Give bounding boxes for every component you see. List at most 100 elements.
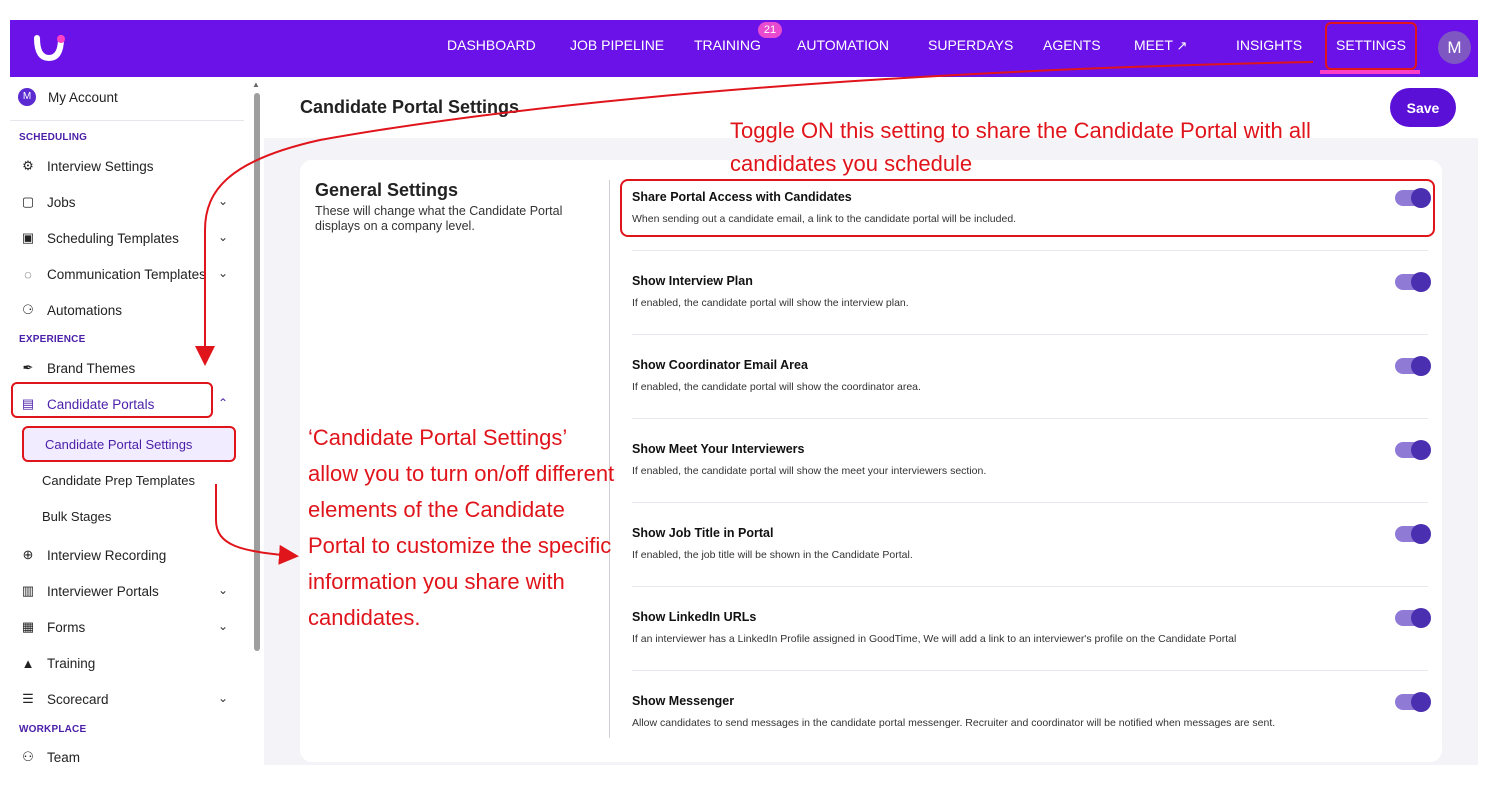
graduation-cap-icon: ▲ — [21, 655, 35, 671]
show-interview-plan-toggle[interactable] — [1395, 272, 1431, 292]
goodtime-logo-icon[interactable] — [32, 32, 66, 62]
sidebar-subitem-candidate-portal-settings[interactable]: Candidate Portal Settings — [22, 426, 236, 462]
list-icon: ☰ — [22, 691, 34, 706]
setting-description: Allow candidates to send messages in the… — [632, 717, 1276, 729]
sidebar-subitem-bulk-stages[interactable]: Bulk Stages — [21, 498, 235, 534]
setting-show-linkedin-urls: Show LinkedIn URLs If an interviewer has… — [632, 610, 1432, 645]
calendar-icon: ▣ — [21, 230, 35, 245]
nav-automation[interactable]: AUTOMATION — [797, 37, 889, 53]
sidebar-item-label: Scheduling Templates — [47, 230, 179, 246]
sidebar-item-my-account[interactable]: M My Account — [10, 83, 250, 111]
row-divider — [632, 586, 1428, 587]
row-divider — [632, 334, 1428, 335]
setting-description: If enabled, the candidate portal will sh… — [632, 297, 909, 309]
sidebar-item-label: Interviewer Portals — [47, 583, 159, 599]
settings-highlight-box — [1325, 22, 1417, 70]
share-setting-highlight-box — [620, 179, 1435, 237]
nav-meet[interactable]: MEET ↗ — [1134, 37, 1187, 54]
sidebar-item-brand-themes[interactable]: ✒ Brand Themes — [10, 354, 250, 382]
user-avatar[interactable]: M — [1438, 31, 1471, 64]
nav-insights[interactable]: INSIGHTS — [1236, 37, 1302, 53]
sidebar-item-label: Communication Templates — [47, 266, 206, 282]
sidebar-item-scheduling-templates[interactable]: ▣ Scheduling Templates ⌄ — [10, 224, 250, 252]
setting-show-job-title: Show Job Title in Portal If enabled, the… — [632, 526, 1432, 561]
row-divider — [632, 670, 1428, 671]
sidebar-item-label: Interview Recording — [47, 547, 167, 563]
record-search-icon: ⊕ — [22, 547, 34, 562]
clipboard-icon: ▦ — [21, 619, 35, 634]
briefcase-icon: ▢ — [21, 194, 35, 209]
sidebar-item-label: Automations — [47, 302, 123, 318]
sidebar-subitem-candidate-prep-templates[interactable]: Candidate Prep Templates — [21, 462, 235, 498]
sidebar-item-label: Scorecard — [47, 691, 109, 707]
chevron-down-icon: ⌄ — [218, 194, 229, 208]
nav-training[interactable]: TRAINING — [694, 37, 761, 53]
toggle-knob — [1411, 356, 1431, 376]
chevron-down-icon: ⌄ — [218, 230, 229, 244]
show-job-title-toggle[interactable] — [1395, 524, 1431, 544]
robot-icon: ⚆ — [22, 302, 34, 317]
section-workplace: WORKPLACE — [19, 724, 87, 735]
top-navigation-bar: DASHBOARD JOB PIPELINE TRAINING 21 AUTOM… — [10, 20, 1478, 77]
sidebar-item-scorecard[interactable]: ☰ Scorecard ⌄ — [10, 685, 250, 713]
candidate-portals-highlight-box — [11, 382, 213, 418]
setting-title: Show Job Title in Portal — [632, 526, 774, 540]
setting-description: If enabled, the candidate portal will sh… — [632, 465, 987, 477]
toggle-knob — [1411, 608, 1431, 628]
sidebar-item-forms[interactable]: ▦ Forms ⌄ — [10, 613, 250, 641]
sidebar-scroll-thumb[interactable] — [254, 93, 260, 651]
chevron-down-icon: ⌄ — [218, 266, 229, 280]
section-scheduling: SCHEDULING — [19, 132, 88, 143]
sidebar-item-team[interactable]: ⚇ Team — [10, 743, 250, 771]
nav-job-pipeline[interactable]: JOB PIPELINE — [570, 37, 664, 53]
setting-title: Show Messenger — [632, 694, 735, 708]
setting-title: Show Coordinator Email Area — [632, 358, 808, 372]
nav-dashboard[interactable]: DASHBOARD — [447, 37, 536, 53]
chevron-down-icon: ⌄ — [218, 583, 229, 597]
chat-bubble-icon: ◌ — [24, 266, 32, 282]
annotation-portal-settings-note: ‘Candidate Portal Settings’ allow you to… — [308, 425, 615, 630]
sidebar-item-label: Brand Themes — [47, 360, 136, 376]
sidebar-item-automations[interactable]: ⚆ Automations — [10, 296, 250, 324]
sidebar-item-label: Interview Settings — [47, 158, 154, 174]
sidebar-item-communication-templates[interactable]: ◌ Communication Templates ⌄ — [10, 260, 250, 288]
scroll-up-arrow-icon[interactable]: ▲ — [252, 80, 260, 89]
sidebar-item-interviewer-portals[interactable]: ▥ Interviewer Portals ⌄ — [10, 577, 250, 605]
sidebar-item-label: Team — [47, 749, 81, 765]
setting-title: Show Meet Your Interviewers — [632, 442, 805, 456]
chevron-down-icon: ⌄ — [218, 691, 229, 705]
annotation-toggle-on-note: Toggle ON this setting to share the Cand… — [730, 118, 1311, 176]
toggle-knob — [1411, 440, 1431, 460]
portal-icon: ▥ — [21, 583, 35, 598]
show-messenger-toggle[interactable] — [1395, 692, 1431, 712]
team-icon: ⚇ — [22, 749, 34, 764]
sidebar-item-label: Forms — [47, 619, 86, 635]
toggle-knob — [1411, 272, 1431, 292]
divider — [10, 120, 244, 121]
training-count-badge: 21 — [758, 22, 782, 38]
settings-active-indicator — [1320, 70, 1420, 74]
sidebar-item-interview-settings[interactable]: ⚙ Interview Settings — [10, 152, 250, 180]
setting-title: Show Interview Plan — [632, 274, 753, 288]
chevron-down-icon: ⌄ — [218, 619, 229, 633]
nav-agents[interactable]: AGENTS — [1043, 37, 1101, 53]
setting-show-interview-plan: Show Interview Plan If enabled, the cand… — [632, 274, 1432, 309]
sidebar-item-training[interactable]: ▲ Training — [10, 649, 250, 677]
section-experience: EXPERIENCE — [19, 334, 86, 345]
setting-show-meet-your-interviewers: Show Meet Your Interviewers If enabled, … — [632, 442, 1432, 477]
show-coordinator-email-area-toggle[interactable] — [1395, 356, 1431, 376]
sidebar-item-jobs[interactable]: ▢ Jobs ⌄ — [10, 188, 250, 216]
show-meet-your-interviewers-toggle[interactable] — [1395, 440, 1431, 460]
setting-description: If enabled, the job title will be shown … — [632, 549, 913, 561]
setting-description: If an interviewer has a LinkedIn Profile… — [632, 633, 1237, 645]
settings-sidebar: M My Account SCHEDULING ⚙ Interview Sett… — [10, 77, 256, 793]
row-divider — [632, 250, 1428, 251]
external-link-icon: ↗ — [1176, 38, 1188, 53]
row-divider — [632, 502, 1428, 503]
toggle-knob — [1411, 692, 1431, 712]
sidebar-item-interview-recording[interactable]: ⊕ Interview Recording — [10, 541, 250, 569]
general-settings-description: These will change what the Candidate Por… — [315, 204, 563, 233]
toggle-knob — [1411, 524, 1431, 544]
nav-superdays[interactable]: SUPERDAYS — [928, 37, 1013, 53]
show-linkedin-urls-toggle[interactable] — [1395, 608, 1431, 628]
